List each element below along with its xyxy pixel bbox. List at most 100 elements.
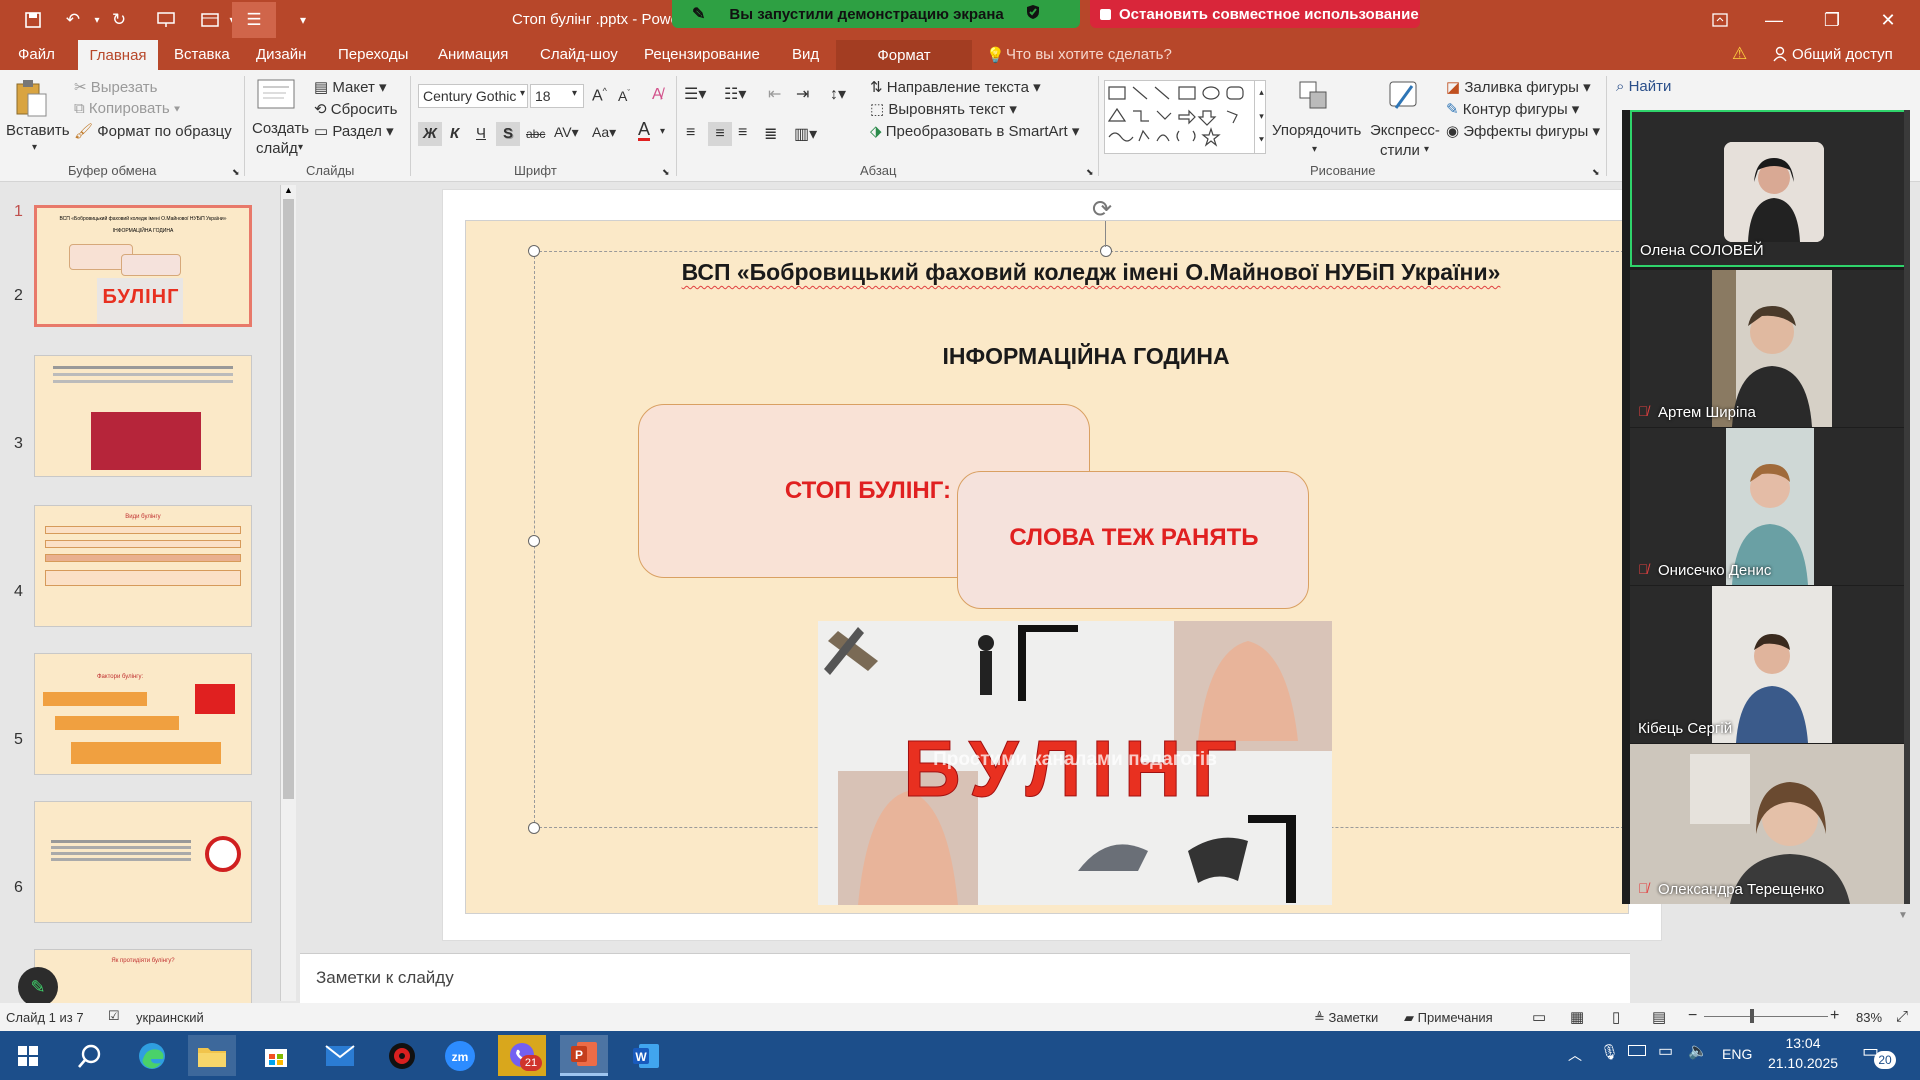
mail-icon[interactable] — [316, 1035, 364, 1076]
decrease-indent-icon[interactable]: ⇤ — [768, 84, 781, 104]
zoom-slider-thumb[interactable] — [1750, 1009, 1754, 1023]
fit-to-window-icon[interactable]: ⤢ — [1896, 1008, 1908, 1025]
columns-icon[interactable]: ▥▾ — [794, 124, 817, 144]
stop-share-button[interactable]: Остановить совместное использование — [1090, 0, 1420, 28]
participant-tile-4[interactable]: Кібець Сергій — [1630, 586, 1906, 743]
annotate-pen-icon[interactable]: ✎ — [18, 967, 58, 1007]
cut-button[interactable]: ✂ Вырезать — [74, 78, 157, 96]
present-from-start-icon[interactable] — [153, 8, 179, 32]
smartart-button[interactable]: ⬗ Преобразовать в SmartArt ▾ — [870, 122, 1079, 140]
participant-tile-2[interactable]: Артем Ширіпа 🎙̸ — [1630, 270, 1906, 427]
format-painter-button[interactable]: 🖌 Формат по образцу — [74, 122, 232, 140]
comments-button[interactable]: ▰ Примечания — [1404, 1010, 1493, 1026]
zoom-level[interactable]: 83% — [1856, 1010, 1882, 1025]
numbering-icon[interactable]: ☷▾ — [724, 84, 746, 104]
justify-icon[interactable]: ≣ — [764, 124, 777, 144]
find-button[interactable]: ⌕ Найти — [1616, 78, 1671, 95]
microsoft-store-icon[interactable] — [252, 1035, 300, 1076]
quick-styles-dropdown-icon[interactable]: ▾ — [1424, 144, 1429, 155]
italic-button[interactable]: К — [450, 125, 459, 142]
paragraph-launcher-icon[interactable]: ⬊ — [1086, 167, 1094, 178]
text-direction-button[interactable]: ⇅ Направление текста ▾ — [870, 78, 1041, 96]
line-spacing-icon[interactable]: ↕▾ — [830, 84, 846, 104]
warning-icon[interactable]: ⚠ — [1732, 44, 1747, 64]
tab-file[interactable]: Файл — [18, 46, 55, 63]
align-right-icon[interactable]: ≡ — [738, 124, 747, 142]
close-button[interactable]: ✕ — [1866, 6, 1910, 34]
arrange-button[interactable]: Упорядочить — [1272, 122, 1361, 139]
zoom-slider[interactable] — [1704, 1016, 1828, 1017]
slide-thumbnail-4[interactable]: Фактори булінгу: — [34, 653, 252, 775]
bold-button[interactable]: Ж — [418, 122, 442, 146]
bullying-collage-image[interactable]: БУЛІНГ Простими каналами педагогів — [818, 621, 1332, 905]
new-slide-label-1[interactable]: Создать — [252, 120, 309, 137]
font-name-select[interactable]: Century Gothic — [418, 84, 528, 108]
scroll-down-icon[interactable]: ▼ — [1898, 910, 1908, 921]
shapes-gallery[interactable] — [1104, 80, 1266, 154]
network-icon[interactable]: ▭ — [1658, 1041, 1673, 1061]
tell-me-input[interactable]: Что вы хотите сделать? — [1006, 46, 1172, 63]
zoom-out-icon[interactable]: − — [1688, 1007, 1697, 1025]
align-text-button[interactable]: ⬚ Выровнять текст ▾ — [870, 100, 1017, 118]
shrink-font-icon[interactable]: Aˇ — [618, 88, 630, 104]
arrange-icon[interactable] — [1296, 78, 1332, 118]
char-spacing-button[interactable]: AV▾ — [554, 124, 579, 141]
new-slide-label-2[interactable]: слайд — [256, 140, 298, 157]
font-launcher-icon[interactable]: ⬊ — [662, 167, 670, 178]
microphone-icon[interactable]: 🎙 — [1600, 1043, 1619, 1061]
bullets-icon[interactable]: ☰▾ — [684, 84, 706, 104]
tab-animation[interactable]: Анимация — [438, 46, 508, 63]
redo-icon[interactable]: ↻ — [106, 8, 132, 32]
thumbnail-scrollbar[interactable]: ▲ — [280, 185, 296, 1001]
slide-thumbnail-5[interactable] — [34, 801, 252, 923]
shapes-gallery-scroll[interactable]: ▴ ▾ ⯆ — [1254, 80, 1268, 154]
notes-toggle-button[interactable]: ≜ Заметки — [1314, 1010, 1378, 1026]
tab-design[interactable]: Дизайн — [256, 46, 306, 63]
tab-home[interactable]: Главная — [78, 40, 158, 70]
reading-view-icon[interactable]: ▯ — [1612, 1008, 1620, 1026]
spellcheck-icon[interactable]: ☑ — [108, 1008, 120, 1024]
section-button[interactable]: ▭ Раздел ▾ — [314, 122, 394, 140]
restore-button[interactable]: ❐ — [1810, 6, 1854, 34]
paste-button[interactable]: Вставить — [6, 122, 70, 139]
zoom-in-icon[interactable]: + — [1830, 1007, 1839, 1025]
tab-insert[interactable]: Вставка — [174, 46, 230, 63]
app-red-icon[interactable] — [378, 1035, 426, 1076]
word-taskbar-icon[interactable]: W — [622, 1035, 670, 1076]
rotate-handle-icon[interactable]: ⟳ — [1092, 195, 1112, 224]
resize-handle[interactable] — [528, 535, 540, 547]
slide-thumbnail-1[interactable]: ВСП «Бобровицький фаховий коледж імені О… — [34, 205, 252, 327]
search-icon[interactable] — [66, 1035, 114, 1076]
slide-thumbnail-2[interactable] — [34, 355, 252, 477]
clipboard-launcher-icon[interactable]: ⬊ — [232, 167, 240, 178]
font-size-dropdown-icon[interactable]: ▾ — [572, 88, 577, 99]
tab-view[interactable]: Вид — [792, 46, 819, 63]
shadow-button[interactable]: S — [496, 122, 520, 146]
zoom-app-icon[interactable]: zm — [436, 1035, 484, 1076]
drawing-launcher-icon[interactable]: ⬊ — [1592, 167, 1600, 178]
font-color-dropdown-icon[interactable]: ▾ — [660, 126, 665, 137]
shape-effects-button[interactable]: ◉ Эффекты фигуры ▾ — [1446, 122, 1600, 140]
share-user-icon[interactable] — [1772, 46, 1788, 66]
tell-me-icon[interactable]: 💡 — [986, 46, 1005, 64]
strikethrough-button[interactable]: abc — [526, 127, 545, 141]
customize-qa-icon[interactable]: ▾ — [290, 8, 316, 32]
notes-pane[interactable]: Заметки к слайду — [300, 953, 1630, 1003]
slideshow-view-icon[interactable]: ▤ — [1652, 1008, 1666, 1026]
arrange-dropdown-icon[interactable]: ▾ — [1312, 144, 1317, 155]
tab-transitions[interactable]: Переходы — [338, 46, 408, 63]
resize-handle[interactable] — [1100, 245, 1112, 257]
new-slide-icon[interactable] — [256, 78, 296, 116]
tab-review[interactable]: Рецензирование — [644, 46, 760, 63]
font-color-button[interactable]: A — [638, 120, 651, 141]
slide-thumbnail-3[interactable]: Види булінгу — [34, 505, 252, 627]
participant-tile-3[interactable]: Онисечко Денис 🎙̸ — [1630, 428, 1906, 585]
resize-handle[interactable] — [528, 822, 540, 834]
participant-tile-1[interactable]: Олена СОЛОВЕЙ — [1630, 110, 1906, 267]
quick-styles-label-1[interactable]: Экспресс- — [1370, 122, 1440, 139]
scroll-up-icon[interactable]: ▲ — [281, 185, 296, 195]
shape-fill-button[interactable]: ◪ Заливка фигуры ▾ — [1446, 78, 1591, 96]
layout-button[interactable]: ▤ Макет ▾ — [314, 78, 387, 96]
slide-sorter-icon[interactable]: ▦ — [1570, 1008, 1584, 1026]
clock-date[interactable]: 21.10.2025 — [1766, 1055, 1840, 1071]
